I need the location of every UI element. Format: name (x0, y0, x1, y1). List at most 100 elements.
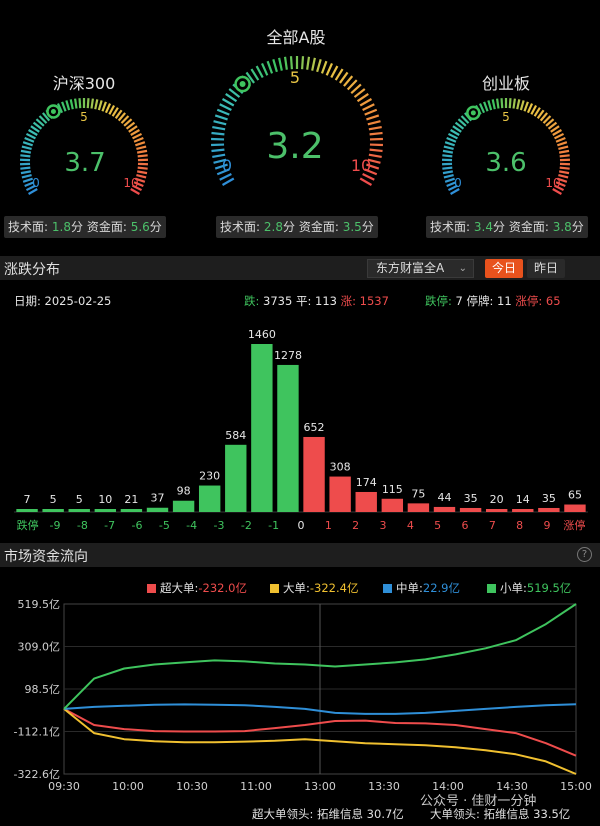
bar[interactable] (198, 485, 221, 512)
gauge-max-label: 10 (123, 176, 139, 190)
legend-label: 小单: (500, 581, 527, 595)
bar[interactable] (120, 509, 143, 512)
bar[interactable] (225, 444, 247, 512)
gauge-tick (500, 98, 504, 109)
gauge-tick (90, 98, 94, 109)
gauge-tick (221, 98, 235, 107)
gauge-tick (483, 101, 489, 112)
score-pill: 技术面: 3.4分 资金面: 3.8分 (426, 216, 588, 238)
legend-swatch (270, 584, 279, 593)
bar[interactable] (407, 503, 430, 512)
bar[interactable] (564, 504, 586, 512)
flow-chart: 519.5亿309.0亿98.5亿-112.1亿-322.6亿09:30 10:0… (14, 598, 592, 793)
x-tick-label: 13:30 (368, 780, 400, 793)
tech-label: 技术面: (8, 220, 49, 234)
gauge-tick (368, 125, 382, 131)
legend-value: 519.5亿 (526, 581, 572, 595)
gauge-min-label: 0 (221, 156, 233, 175)
gauge-mid-label: 5 (289, 68, 301, 87)
gauge-tick (478, 103, 486, 114)
bar-value-label: 35 (542, 492, 556, 505)
chevron-down-icon: ⌄ (458, 263, 467, 274)
leader-large-value: 拓维信息 33.5亿 (483, 807, 571, 821)
legend-label: 大单: (283, 581, 310, 595)
flat-value: 113 (315, 294, 337, 308)
tick-label: 2 (352, 519, 359, 532)
bar[interactable] (42, 509, 64, 512)
section-title: 涨跌分布 (4, 262, 60, 278)
bar[interactable] (381, 498, 404, 512)
bar[interactable] (16, 509, 38, 512)
bar[interactable] (329, 476, 351, 512)
bar[interactable] (459, 507, 482, 512)
gauge-value: 3.6 (485, 148, 527, 178)
gauge-tick (311, 57, 316, 71)
gauge-tick (559, 154, 570, 158)
tech-unit: 分 (492, 220, 505, 234)
bar[interactable] (433, 506, 456, 512)
gauge-tick (266, 60, 274, 74)
gauge-tick (97, 100, 103, 111)
tab-yesterday[interactable]: 昨日 (527, 259, 565, 278)
gauge-tick (330, 65, 339, 79)
gauge-tick (362, 103, 375, 111)
limit-stats: 跌停: 7 停牌: 11 涨停: 65 (425, 293, 561, 309)
tab-today[interactable]: 今日 (485, 259, 523, 278)
suspended-value: 11 (497, 294, 512, 308)
x-tick-label: 15:00 (560, 780, 592, 793)
gauge-tick (443, 145, 454, 151)
watermark: 公众号 · 佳财一分钟 (420, 794, 537, 809)
bar[interactable] (172, 500, 195, 512)
bar-value-label: 584 (225, 429, 246, 442)
bar-value-label: 1278 (274, 349, 302, 362)
gauge-tick (369, 131, 383, 136)
gauge-tick (516, 99, 521, 110)
bar-value-label: 37 (151, 492, 165, 505)
bar[interactable] (538, 507, 560, 512)
gauge-tick (136, 149, 148, 154)
tick-label: 6 (462, 519, 469, 532)
tick-label: -9 (50, 519, 61, 532)
fund-value: 3.8 (552, 220, 572, 234)
bar[interactable] (68, 509, 90, 512)
fund-unit: 分 (571, 220, 584, 234)
bar[interactable] (146, 507, 169, 512)
fund-label: 资金面: (508, 220, 549, 234)
gauge-max-label: 10 (350, 156, 372, 175)
bar[interactable] (303, 436, 325, 512)
gauge-tick (367, 120, 381, 126)
gauge-tick (369, 148, 383, 153)
market-select[interactable]: 东方财富全A ⌄ (367, 259, 474, 278)
legend-item: 超大单:-232.0亿 (147, 580, 247, 596)
gauge-tick (558, 145, 569, 151)
gauge-tick (136, 145, 147, 151)
gauge-tick (316, 59, 322, 73)
gauge-tick (496, 98, 500, 109)
bar[interactable] (277, 364, 299, 512)
tech-unit: 分 (282, 220, 295, 234)
tick-label: 9 (544, 519, 551, 532)
distribution-header: 涨跌分布 东方财富全A ⌄ 今日 昨日 (0, 256, 600, 280)
bar[interactable] (94, 509, 117, 512)
bar[interactable] (251, 344, 273, 512)
gauge-tick (24, 137, 35, 143)
bar[interactable] (512, 509, 534, 512)
tick-label: 8 (516, 519, 523, 532)
bar[interactable] (485, 509, 508, 512)
bar[interactable] (355, 491, 377, 512)
help-icon[interactable]: ? (577, 547, 592, 562)
bar-value-label: 20 (490, 493, 504, 506)
gauge-tick (261, 62, 269, 76)
fund-unit: 分 (361, 220, 374, 234)
tick-label: 7 (489, 519, 496, 532)
legend-value: 22.9亿 (422, 581, 460, 595)
gauge-tick (20, 154, 31, 158)
rise-value: 1537 (359, 294, 389, 308)
tech-label: 技术面: (220, 220, 261, 234)
tick-label: -5 (159, 519, 170, 532)
gauge-tick (250, 68, 260, 81)
gauge-title-hs300: 沪深300 (52, 74, 116, 93)
date-stat: 日期: 2025-02-25 (14, 293, 111, 309)
gauge-tick (211, 131, 225, 136)
gauge-tick (20, 166, 31, 170)
